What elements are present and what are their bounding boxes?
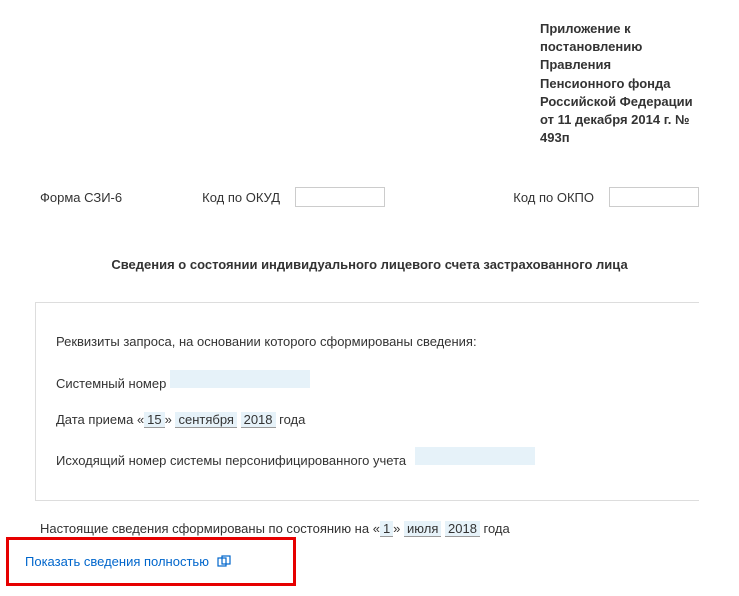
date-year: 2018 bbox=[241, 412, 276, 428]
okud-label: Код по ОКУД bbox=[202, 190, 280, 205]
request-details-box: Реквизиты запроса, на основании которого… bbox=[35, 302, 699, 501]
expand-highlight-box: Показать сведения полностью bbox=[6, 537, 296, 586]
date-day: 15 bbox=[144, 412, 164, 428]
outgoing-number-line: Исходящий номер системы персонифицирован… bbox=[56, 447, 679, 470]
status-prefix: Настоящие сведения сформированы по состо… bbox=[40, 521, 380, 536]
okud-input[interactable] bbox=[295, 187, 385, 207]
date-suffix: года bbox=[276, 412, 306, 427]
date-month: сентября bbox=[175, 412, 236, 428]
status-year: 2018 bbox=[445, 521, 480, 537]
status-month: июля bbox=[404, 521, 441, 537]
status-suffix: года bbox=[480, 521, 510, 536]
document-title: Сведения о состоянии индивидуального лиц… bbox=[40, 257, 699, 272]
show-full-details-link[interactable]: Показать сведения полностью bbox=[25, 554, 277, 569]
outgoing-label: Исходящий номер системы персонифицирован… bbox=[56, 453, 406, 468]
status-day: 1 bbox=[380, 521, 393, 537]
expand-icon bbox=[217, 555, 231, 569]
date-mid: » bbox=[165, 412, 176, 427]
system-number-value bbox=[170, 370, 310, 388]
form-codes-row: Форма СЗИ-6 Код по ОКУД Код по ОКПО bbox=[40, 187, 699, 207]
date-prefix: Дата приема « bbox=[56, 412, 144, 427]
expand-link-label: Показать сведения полностью bbox=[25, 554, 209, 569]
system-number-line: Системный номер bbox=[56, 370, 679, 393]
form-label: Форма СЗИ-6 bbox=[40, 190, 122, 205]
okpo-label: Код по ОКПО bbox=[513, 190, 594, 205]
outgoing-value bbox=[415, 447, 535, 465]
system-number-label: Системный номер bbox=[56, 376, 166, 391]
status-date-line: Настоящие сведения сформированы по состо… bbox=[40, 521, 699, 536]
okpo-input[interactable] bbox=[609, 187, 699, 207]
request-intro: Реквизиты запроса, на основании которого… bbox=[56, 333, 679, 351]
attachment-header: Приложение к постановлению Правления Пен… bbox=[540, 20, 699, 147]
date-received-line: Дата приема «15» сентября 2018 года bbox=[56, 411, 679, 429]
status-mid: » bbox=[393, 521, 404, 536]
